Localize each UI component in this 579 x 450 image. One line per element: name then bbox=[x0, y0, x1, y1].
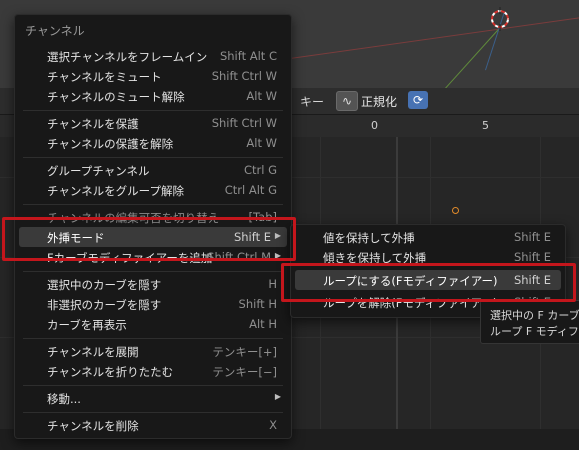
menu-item-protect-channels[interactable]: チャンネルを保護 Shift Ctrl W bbox=[19, 113, 287, 133]
annotation-highlight-box bbox=[2, 217, 296, 261]
ruler-tick-label: 0 bbox=[371, 119, 378, 132]
submenu-arrow-icon: ▶ bbox=[274, 392, 281, 401]
menu-item-shortcut: Ctrl Alt G bbox=[224, 183, 277, 197]
menu-item-unprotect-channels[interactable]: チャンネルの保護を解除 Alt W bbox=[19, 133, 287, 153]
menu-item-unmute-channels[interactable]: チャンネルのミュート解除 Alt W bbox=[19, 86, 287, 106]
menu-separator bbox=[23, 157, 283, 158]
menu-item-shortcut: Alt H bbox=[249, 317, 277, 331]
menu-item-shortcut: Shift E bbox=[513, 230, 551, 244]
menu-item-shortcut: Shift Ctrl W bbox=[211, 116, 277, 130]
menu-item-label: チャンネルを展開 bbox=[47, 345, 139, 359]
menu-item-frame-selected-channels[interactable]: 選択チャンネルをフレームイン Shift Alt C bbox=[19, 46, 287, 66]
menu-separator bbox=[23, 271, 283, 272]
menu-item-collapse-channels[interactable]: チャンネルを折りたたむ テンキー[−] bbox=[19, 361, 287, 381]
menu-item-shortcut: Alt W bbox=[246, 89, 277, 103]
menu-item-expand-channels[interactable]: チャンネルを展開 テンキー[+] bbox=[19, 341, 287, 361]
menu-item-label: チャンネルを削除 bbox=[47, 419, 139, 433]
ruler-tick-label: 5 bbox=[482, 119, 489, 132]
menu-item-delete-channels[interactable]: チャンネルを削除 X bbox=[19, 415, 287, 435]
menu-item-shortcut: X bbox=[269, 418, 277, 432]
normalize-toggle-label[interactable]: 正規化 bbox=[361, 93, 397, 110]
menu-item-shortcut: Shift Ctrl W bbox=[211, 69, 277, 83]
auto-normalize-icon[interactable]: ⟳ bbox=[408, 91, 428, 109]
menu-item-label: 非選択のカーブを隠す bbox=[47, 298, 162, 312]
menu-item-label: 選択中のカーブを隠す bbox=[47, 278, 162, 292]
menu-item-label: チャンネルを折りたたむ bbox=[47, 365, 174, 379]
menu-item-ungroup-channels[interactable]: チャンネルをグループ解除 Ctrl Alt G bbox=[19, 180, 287, 200]
normalize-icon[interactable]: ∿ bbox=[336, 91, 358, 111]
menu-separator bbox=[23, 338, 283, 339]
menu-title: チャンネル bbox=[25, 24, 85, 38]
viewport-axis-line bbox=[445, 28, 500, 89]
menu-item-shortcut: Shift H bbox=[238, 297, 277, 311]
viewport-axis-line bbox=[290, 16, 579, 59]
key-menu[interactable]: キー bbox=[300, 93, 324, 110]
menu-item-shortcut: Shift E bbox=[513, 250, 551, 264]
3d-cursor-icon bbox=[491, 7, 509, 31]
menu-item-shortcut: テンキー[−] bbox=[212, 365, 277, 379]
menu-item-shortcut: Alt W bbox=[246, 136, 277, 150]
menu-item-label: チャンネルを保護 bbox=[47, 117, 139, 131]
submenu-item-constant-extrapolation[interactable]: 値を保持して外挿 Shift E bbox=[295, 227, 561, 247]
keyframe-point[interactable] bbox=[452, 207, 459, 214]
menu-item-label: グループチャンネル bbox=[47, 164, 150, 178]
menu-item-label: 選択チャンネルをフレームイン bbox=[47, 50, 208, 64]
menu-item-label: 移動... bbox=[47, 392, 81, 406]
menu-separator bbox=[23, 412, 283, 413]
menu-item-label: チャンネルのミュート解除 bbox=[47, 90, 185, 104]
annotation-highlight-box bbox=[281, 263, 576, 302]
tooltip-line: 選択中の F カーブ bbox=[490, 309, 579, 322]
menu-item-shortcut: H bbox=[268, 277, 277, 291]
menu-item-label: チャンネルをミュート bbox=[47, 70, 162, 84]
menu-separator bbox=[23, 204, 283, 205]
tooltip-line: ループ F モディフ bbox=[490, 325, 579, 338]
menu-item-label: 値を保持して外挿 bbox=[323, 231, 415, 245]
menu-item-label: カーブを再表示 bbox=[47, 318, 127, 332]
menu-item-label: チャンネルの保護を解除 bbox=[47, 137, 174, 151]
menu-item-group-channels[interactable]: グループチャンネル Ctrl G bbox=[19, 160, 287, 180]
menu-item-label: チャンネルをグループ解除 bbox=[47, 184, 184, 198]
menu-item-hide-selected-curves[interactable]: 選択中のカーブを隠す H bbox=[19, 274, 287, 294]
menu-item-reveal-curves[interactable]: カーブを再表示 Alt H bbox=[19, 314, 287, 334]
menu-separator bbox=[23, 385, 283, 386]
menu-item-shortcut: Ctrl G bbox=[243, 163, 277, 177]
menu-item-hide-unselected-curves[interactable]: 非選択のカーブを隠す Shift H bbox=[19, 294, 287, 314]
menu-item-move[interactable]: 移動... ▶ bbox=[19, 388, 287, 408]
menu-item-shortcut: Shift Alt C bbox=[219, 49, 277, 63]
menu-item-shortcut: テンキー[+] bbox=[212, 345, 277, 359]
menu-item-mute-channels[interactable]: チャンネルをミュート Shift Ctrl W bbox=[19, 66, 287, 86]
menu-separator bbox=[23, 110, 283, 111]
tooltip: 選択中の F カーブ ループ F モディフ bbox=[480, 300, 579, 344]
